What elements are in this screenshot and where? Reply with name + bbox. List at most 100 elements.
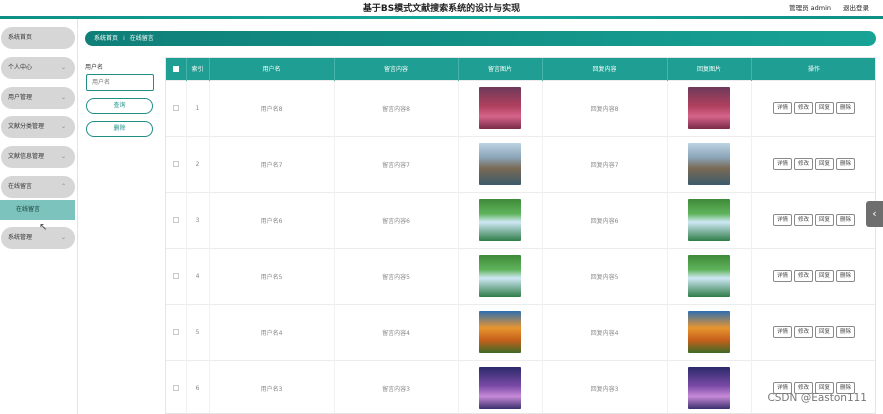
action-edit-button[interactable]: 修改 (793, 102, 813, 114)
row-checkbox[interactable] (172, 105, 179, 111)
sidebar-item-doc-category[interactable]: 文献分类管理 ⌄ (1, 116, 75, 138)
row-checkbox[interactable] (172, 161, 179, 167)
reply-image[interactable] (688, 143, 730, 185)
action-reply-button[interactable]: 回复 (815, 158, 835, 170)
row-actions: 详情 修改 回复 删除 (751, 359, 875, 413)
sidebar-item-doc-info[interactable]: 文献信息管理 ⌄ (1, 146, 75, 168)
action-edit-button[interactable]: 修改 (793, 270, 813, 282)
select-all-checkbox[interactable] (172, 65, 179, 72)
message-image[interactable] (479, 143, 521, 185)
row-select-cell[interactable] (166, 247, 187, 304)
sidebar-subitem-online-messages[interactable]: 在线留言 (0, 200, 75, 220)
row-select-cell[interactable] (166, 79, 187, 136)
row-select-cell[interactable] (166, 303, 187, 360)
message-image[interactable] (479, 311, 521, 353)
logout-link[interactable]: 退出登录 (843, 2, 869, 12)
chevron-up-icon: ⌃ (60, 183, 66, 190)
watermark: CSDN @Easton111 (767, 392, 867, 404)
column-header-content: 留言内容 (334, 58, 459, 80)
message-image[interactable] (479, 367, 521, 410)
row-content: 留言内容3 (334, 359, 459, 413)
action-delete-button[interactable]: 删除 (836, 102, 856, 114)
sidebar-item-profile[interactable]: 个人中心 ⌄ (1, 57, 75, 79)
row-actions: 详情 修改 回复 删除 (751, 191, 875, 248)
reply-image[interactable] (688, 199, 730, 241)
column-header-reply-image: 回复图片 (667, 58, 752, 80)
breadcrumb-home[interactable]: 系统首页 (94, 35, 118, 42)
action-reply-button[interactable]: 回复 (815, 270, 835, 282)
row-content: 留言内容6 (334, 191, 459, 248)
action-detail-button[interactable]: 详情 (772, 102, 792, 114)
action-delete-button[interactable]: 删除 (836, 158, 856, 170)
action-detail-button[interactable]: 详情 (772, 214, 792, 226)
chevron-down-icon: ⌄ (60, 234, 66, 241)
row-index: 4 (186, 247, 210, 304)
table-row: 4 用户名5 留言内容5 回复内容5 详情 修改 回复 删除 (166, 247, 875, 304)
sidebar-item-users[interactable]: 用户管理 ⌄ (1, 87, 75, 109)
action-detail-button[interactable]: 详情 (772, 158, 792, 170)
row-actions: 详情 修改 回复 删除 (751, 247, 875, 304)
row-checkbox[interactable] (172, 329, 179, 335)
reply-image[interactable] (688, 367, 730, 410)
row-select-cell[interactable] (166, 359, 187, 413)
row-content: 留言内容4 (334, 303, 459, 360)
row-image-cell (458, 303, 543, 360)
collapse-panel-icon[interactable]: ‹ (866, 201, 883, 227)
search-label: 用户名 (85, 64, 104, 71)
row-reply-image-cell (667, 79, 752, 136)
row-index: 2 (186, 135, 210, 192)
message-image[interactable] (479, 199, 521, 241)
row-content: 留言内容5 (334, 247, 459, 304)
username-search-input[interactable] (86, 74, 154, 91)
row-username: 用户名3 (209, 359, 335, 413)
sidebar-item-system[interactable]: 系统管理 ⌄ (1, 227, 75, 249)
action-delete-button[interactable]: 删除 (836, 270, 856, 282)
row-reply-image-cell (667, 359, 752, 413)
column-header-image: 留言图片 (458, 58, 543, 80)
row-username: 用户名6 (209, 191, 335, 248)
delete-selected-button[interactable]: 删除 (86, 121, 153, 137)
top-bar: 基于BS模式文献搜索系统的设计与实现 管理员 admin 退出登录 (0, 0, 883, 16)
row-image-cell (458, 359, 543, 413)
action-edit-button[interactable]: 修改 (793, 158, 813, 170)
row-select-cell[interactable] (166, 191, 187, 248)
header-accent-line (0, 16, 883, 19)
row-image-cell (458, 247, 543, 304)
reply-image[interactable] (688, 255, 730, 297)
action-reply-button[interactable]: 回复 (815, 326, 835, 338)
row-checkbox[interactable] (172, 273, 179, 279)
message-image[interactable] (479, 255, 521, 297)
select-all-cell[interactable] (166, 58, 187, 80)
row-actions: 详情 修改 回复 删除 (751, 135, 875, 192)
row-reply: 回复内容6 (542, 191, 668, 248)
sidebar-item-label: 个人中心 (8, 64, 33, 71)
row-reply: 回复内容7 (542, 135, 668, 192)
mouse-cursor-icon: ↖ (39, 222, 48, 233)
current-user: 管理员 admin (789, 4, 831, 12)
sidebar-item-label: 用户管理 (8, 94, 33, 101)
row-index: 1 (186, 79, 210, 136)
reply-image[interactable] (688, 311, 730, 353)
reply-image[interactable] (688, 87, 730, 129)
action-reply-button[interactable]: 回复 (815, 214, 835, 226)
action-delete-button[interactable]: 删除 (836, 326, 856, 338)
action-detail-button[interactable]: 详情 (772, 326, 792, 338)
message-image[interactable] (479, 87, 521, 129)
breadcrumb: 系统首页 ⁞ 在线留言 (85, 31, 876, 46)
action-edit-button[interactable]: 修改 (793, 214, 813, 226)
breadcrumb-current: 在线留言 (129, 35, 154, 42)
row-checkbox[interactable] (172, 217, 179, 223)
row-reply: 回复内容4 (542, 303, 668, 360)
row-select-cell[interactable] (166, 135, 187, 192)
action-delete-button[interactable]: 删除 (836, 214, 856, 226)
column-header-actions: 操作 (751, 58, 875, 80)
row-checkbox[interactable] (172, 385, 179, 392)
sidebar-item-messages[interactable]: 在线留言 ⌃ (1, 176, 75, 198)
action-reply-button[interactable]: 回复 (815, 102, 835, 114)
action-detail-button[interactable]: 详情 (772, 270, 792, 282)
row-image-cell (458, 191, 543, 248)
query-button[interactable]: 查询 (86, 98, 153, 114)
sidebar-item-home[interactable]: 系统首页 (1, 27, 75, 49)
row-actions: 详情 修改 回复 删除 (751, 79, 875, 136)
action-edit-button[interactable]: 修改 (793, 326, 813, 338)
